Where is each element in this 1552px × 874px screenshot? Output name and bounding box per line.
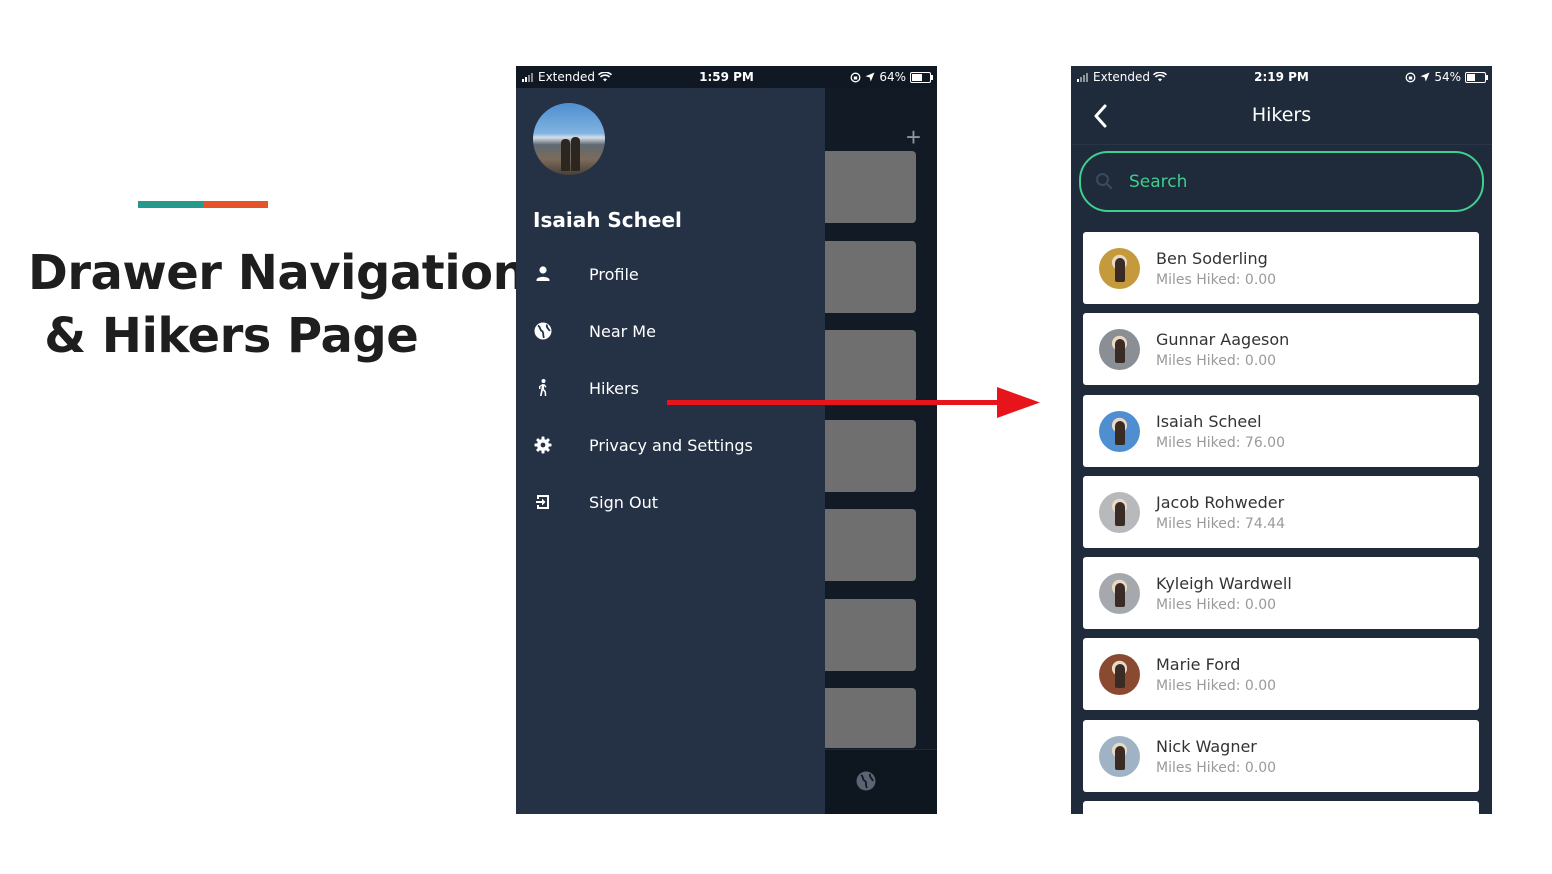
slide-title-line-2: & Hikers Page <box>28 308 419 364</box>
menu-item-label: Privacy and Settings <box>589 436 753 455</box>
globe-icon <box>534 322 552 340</box>
avatar <box>1099 491 1140 533</box>
menu-item-label: Hikers <box>589 379 639 398</box>
accent-bar-orange <box>203 201 268 208</box>
search-bar[interactable] <box>1079 151 1484 212</box>
menu-item-label: Profile <box>589 265 639 284</box>
avatar[interactable] <box>533 103 605 175</box>
add-icon: + <box>905 122 921 152</box>
hiker-miles: Miles Hiked: 0.00 <box>1156 597 1277 614</box>
battery-percent: 54% <box>1434 70 1461 84</box>
hiker-name: Isaiah Scheel <box>1156 411 1262 431</box>
hiker-name: Kyleigh Wardwell <box>1156 574 1292 594</box>
drawer-screenshot: Extended 1:59 PM 64% + Isaiah Scheel Pro… <box>516 66 937 814</box>
hikers-screenshot: Extended 2:19 PM 54% Hikers Ben Soderlin… <box>1071 66 1492 814</box>
status-bar: Extended 2:19 PM 54% <box>1071 66 1492 88</box>
battery-icon <box>1465 71 1488 83</box>
slide-title: Drawer Navigation & Hikers Page <box>28 242 527 368</box>
slide-title-line-1: Drawer Navigation <box>28 245 527 301</box>
globe-icon <box>856 771 876 791</box>
background-card <box>825 688 916 748</box>
list-item[interactable]: Marie Ford Miles Hiked: 0.00 <box>1083 638 1479 711</box>
hiker-miles: Miles Hiked: 0.00 <box>1156 759 1277 776</box>
background-card <box>825 241 916 313</box>
hiker-name: Nick Wagner <box>1156 736 1257 756</box>
list-item[interactable]: Ben Soderling Miles Hiked: 0.00 <box>1083 232 1479 304</box>
background-card <box>825 599 916 671</box>
background-card <box>825 151 916 223</box>
location-icon <box>865 72 875 82</box>
avatar <box>1099 329 1140 371</box>
navigation-drawer: Isaiah Scheel Profile Near Me Hikers Pri… <box>516 88 825 814</box>
status-bar: Extended 1:59 PM 64% <box>516 66 937 88</box>
background-card <box>825 420 916 492</box>
person-icon <box>536 266 550 281</box>
background-app: + <box>825 88 937 814</box>
avatar <box>1099 654 1140 696</box>
search-input[interactable] <box>1127 167 1451 197</box>
hiker-miles: Miles Hiked: 74.44 <box>1156 515 1285 532</box>
list-item[interactable]: Nick Wagner Miles Hiked: 0.00 <box>1083 719 1479 792</box>
menu-item-profile[interactable]: Profile <box>516 251 825 308</box>
menu-item-near-me[interactable]: Near Me <box>516 308 825 365</box>
avatar <box>1099 573 1140 615</box>
list-item[interactable]: Kyleigh Wardwell Miles Hiked: 0.00 <box>1083 557 1479 630</box>
hiker-name: Ben Soderling <box>1156 249 1268 268</box>
hiker-icon <box>539 379 547 396</box>
avatar <box>1099 410 1140 452</box>
list-item-partial[interactable] <box>1083 801 1479 814</box>
hikers-list: Ben Soderling Miles Hiked: 0.00 Gunnar A… <box>1083 232 1479 814</box>
avatar <box>1099 735 1140 777</box>
rotation-lock-icon <box>1405 72 1416 82</box>
nav-bar: Hikers <box>1071 88 1492 145</box>
page-title: Hikers <box>1251 104 1312 126</box>
hiker-name: Gunnar Aageson <box>1156 330 1290 350</box>
battery-icon <box>910 71 933 83</box>
menu-item-privacy-settings[interactable]: Privacy and Settings <box>516 422 825 479</box>
rotation-lock-icon <box>850 72 861 82</box>
menu-item-label: Sign Out <box>589 493 658 512</box>
list-item[interactable]: Jacob Rohweder Miles Hiked: 74.44 <box>1083 475 1479 548</box>
hiker-name: Jacob Rohweder <box>1156 492 1285 512</box>
search-icon <box>1096 173 1113 190</box>
sign-out-icon <box>536 495 549 509</box>
list-item[interactable]: Isaiah Scheel Miles Hiked: 76.00 <box>1083 394 1479 467</box>
location-icon <box>1420 72 1430 82</box>
avatar <box>1099 248 1140 289</box>
background-tab-bar <box>825 749 937 814</box>
hiker-miles: Miles Hiked: 0.00 <box>1156 678 1277 695</box>
drawer-user-name: Isaiah Scheel <box>533 208 682 232</box>
hiker-name: Marie Ford <box>1156 655 1241 675</box>
background-card <box>825 509 916 581</box>
hiker-miles: Miles Hiked: 76.00 <box>1156 434 1285 451</box>
menu-item-label: Near Me <box>589 322 656 341</box>
menu-item-sign-out[interactable]: Sign Out <box>516 479 825 536</box>
arrow-connector <box>667 387 1040 418</box>
gear-icon <box>534 436 552 454</box>
hiker-miles: Miles Hiked: 0.00 <box>1156 272 1277 288</box>
hiker-miles: Miles Hiked: 0.00 <box>1156 353 1277 370</box>
accent-bar-teal <box>138 201 203 208</box>
list-item[interactable]: Gunnar Aageson Miles Hiked: 0.00 <box>1083 313 1479 386</box>
battery-percent: 64% <box>879 70 906 84</box>
